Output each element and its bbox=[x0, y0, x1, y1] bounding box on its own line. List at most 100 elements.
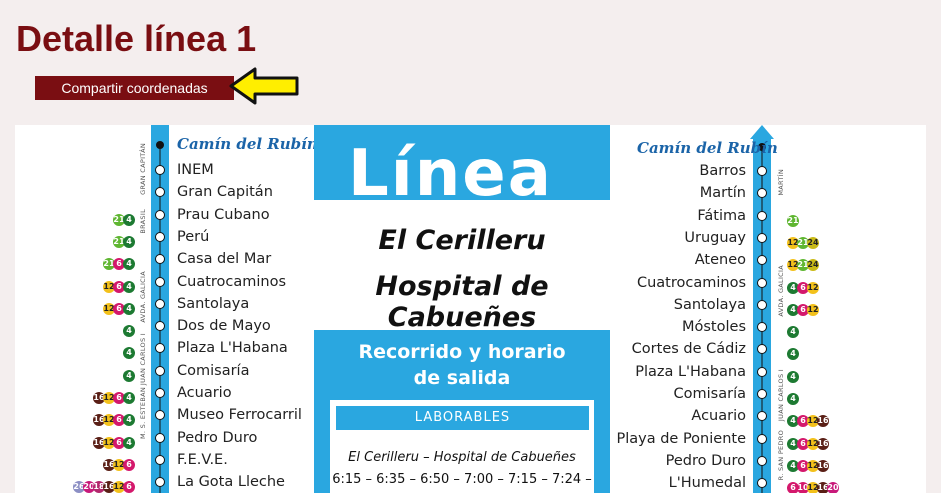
stop-name: Comisaría bbox=[177, 362, 250, 379]
stop-name: Playa de Poniente bbox=[616, 430, 746, 447]
bus-connections: 4 bbox=[787, 366, 799, 384]
weekday-label: LABORABLES bbox=[336, 406, 589, 430]
bus-line-badge: 4 bbox=[123, 347, 135, 360]
stop-marker-icon bbox=[155, 231, 165, 242]
street-label: JUAN CARLOS I bbox=[777, 369, 785, 422]
bus-connections: 2620181612 6 bbox=[73, 476, 135, 493]
share-coordinates-button[interactable]: Compartir coordenadas bbox=[35, 76, 234, 100]
street-label: MARTÍN bbox=[777, 169, 785, 196]
bus-connections: 1612 6 4 bbox=[93, 409, 135, 427]
bus-line-badge: 4 bbox=[123, 258, 135, 271]
bus-line-badge: 6 bbox=[123, 481, 135, 493]
stop-name: Martín bbox=[699, 185, 746, 202]
stop-name: INEM bbox=[177, 162, 214, 178]
stop-marker-icon bbox=[155, 187, 165, 198]
bus-connections: 1612 6 4 bbox=[93, 387, 135, 405]
bus-connections: 4 6 1216 bbox=[787, 455, 829, 473]
bus-line-badge: 4 bbox=[787, 393, 799, 405]
bus-line-badge: 21 bbox=[787, 214, 799, 227]
stop-marker-icon bbox=[155, 298, 165, 309]
bus-line-badge: 12 bbox=[807, 281, 819, 294]
stop-marker-icon bbox=[757, 366, 767, 377]
bus-line-badge: 4 bbox=[123, 280, 135, 293]
stop-name: L'Humedal bbox=[668, 475, 746, 492]
right-route-head: Camín del Rubín bbox=[637, 139, 778, 157]
bus-connections: 1612 6 4 bbox=[93, 432, 135, 450]
stop-marker-icon bbox=[155, 477, 165, 488]
stop-marker-icon bbox=[155, 254, 165, 265]
street-label: AVDA. GALICIA bbox=[139, 271, 147, 323]
route-to: Hospital de Cabueñes bbox=[375, 271, 549, 333]
bus-line-badge: 4 bbox=[123, 392, 135, 404]
bus-connections: 1612 6 bbox=[103, 454, 135, 472]
bus-line-badge: 16 bbox=[817, 459, 829, 472]
stop-name: F.E.V.E. bbox=[177, 451, 228, 468]
stop-name: Fátima bbox=[697, 207, 746, 224]
stop-name: Santolaya bbox=[177, 295, 250, 312]
stop-name: Dos de Mayo bbox=[177, 318, 271, 335]
stop-marker-icon bbox=[155, 209, 165, 220]
bus-line-badge: 24 bbox=[807, 236, 819, 249]
stop-marker-icon bbox=[155, 165, 165, 175]
stop-name: Acuario bbox=[691, 408, 746, 425]
bus-line-badge: 4 bbox=[123, 414, 135, 427]
stop-marker-icon bbox=[757, 344, 767, 355]
stop-name: Cortes de Cádiz bbox=[631, 341, 746, 358]
bus-line-badge: 4 bbox=[123, 213, 135, 226]
stop-marker-icon bbox=[757, 232, 767, 243]
line-number-banner: Línea 1 bbox=[314, 125, 610, 200]
stop-name: La Gota Lleche bbox=[177, 474, 285, 491]
bus-connections: 21 4 bbox=[113, 209, 135, 227]
street-label: M. S. ESTEBAN bbox=[139, 387, 147, 439]
street-label: GRAN CAPITÁN bbox=[139, 143, 147, 195]
bus-connections: 4 6 12 bbox=[787, 277, 819, 295]
stop-marker-icon bbox=[155, 410, 165, 421]
bus-connections: 4 bbox=[123, 365, 135, 383]
bus-line-badge: 4 bbox=[123, 436, 135, 449]
stop-marker-icon bbox=[757, 299, 767, 310]
stop-marker-icon bbox=[757, 411, 767, 422]
schedule-times: 6:15 – 6:35 – 6:50 – 7:00 – 7:15 – 7:24 … bbox=[332, 472, 592, 487]
stop-marker-icon bbox=[757, 255, 767, 266]
stop-name: Móstoles bbox=[682, 319, 746, 336]
bus-connections: 12 6 4 bbox=[103, 298, 135, 316]
street-label: R. SAN PEDRO bbox=[777, 430, 785, 481]
stop-name: Gran Capitán bbox=[177, 184, 273, 201]
stop-marker-icon bbox=[155, 343, 165, 354]
street-label: BRASIL bbox=[139, 209, 147, 234]
stop-name: Plaza L'Habana bbox=[177, 340, 288, 357]
street-label: JUAN CARLOS I bbox=[139, 333, 147, 386]
stop-marker-icon bbox=[757, 322, 767, 333]
stop-marker-icon bbox=[757, 389, 767, 399]
route-from: El Cerilleru bbox=[378, 225, 546, 256]
bus-line-badge: 6 bbox=[123, 458, 135, 471]
schedule-heading-1: Recorrido y horario bbox=[358, 341, 566, 363]
stop-marker-icon bbox=[155, 388, 165, 398]
stop-name: Museo Ferrocarril bbox=[177, 407, 302, 424]
bus-connections: 4 6 1216 bbox=[787, 433, 829, 451]
bus-connections: 4 bbox=[123, 342, 135, 360]
stop-name: Comisaría bbox=[673, 386, 746, 402]
stop-name: Cuatrocaminos bbox=[636, 274, 746, 291]
bus-connections: 12 6 4 bbox=[103, 276, 135, 294]
stop-name: Pedro Duro bbox=[177, 429, 258, 446]
stop-marker-icon bbox=[155, 321, 165, 332]
bus-connections: 4 bbox=[787, 321, 799, 339]
stop-name: Cuatrocaminos bbox=[177, 273, 287, 290]
stop-marker-icon bbox=[757, 433, 767, 444]
bus-line-badge: 16 bbox=[817, 415, 829, 428]
stop-name: Perú bbox=[177, 228, 210, 245]
stop-marker-icon bbox=[757, 277, 767, 288]
bus-line-badge: 4 bbox=[123, 369, 135, 382]
stop-name: Acuario bbox=[177, 385, 232, 401]
stop-marker-icon bbox=[155, 432, 165, 443]
bus-line-badge: 4 bbox=[123, 235, 135, 248]
stop-marker-icon bbox=[155, 365, 165, 376]
bus-line-badge: 4 bbox=[787, 326, 799, 339]
pointer-arrow-icon bbox=[229, 67, 299, 105]
bus-connections: 4 bbox=[787, 343, 799, 361]
stop-name: Pedro Duro bbox=[665, 452, 746, 469]
bus-connections: 4 bbox=[123, 320, 135, 338]
left-route-head: Camín del Rubín bbox=[177, 135, 318, 153]
bus-connections: 4 6 1216 bbox=[787, 410, 829, 428]
